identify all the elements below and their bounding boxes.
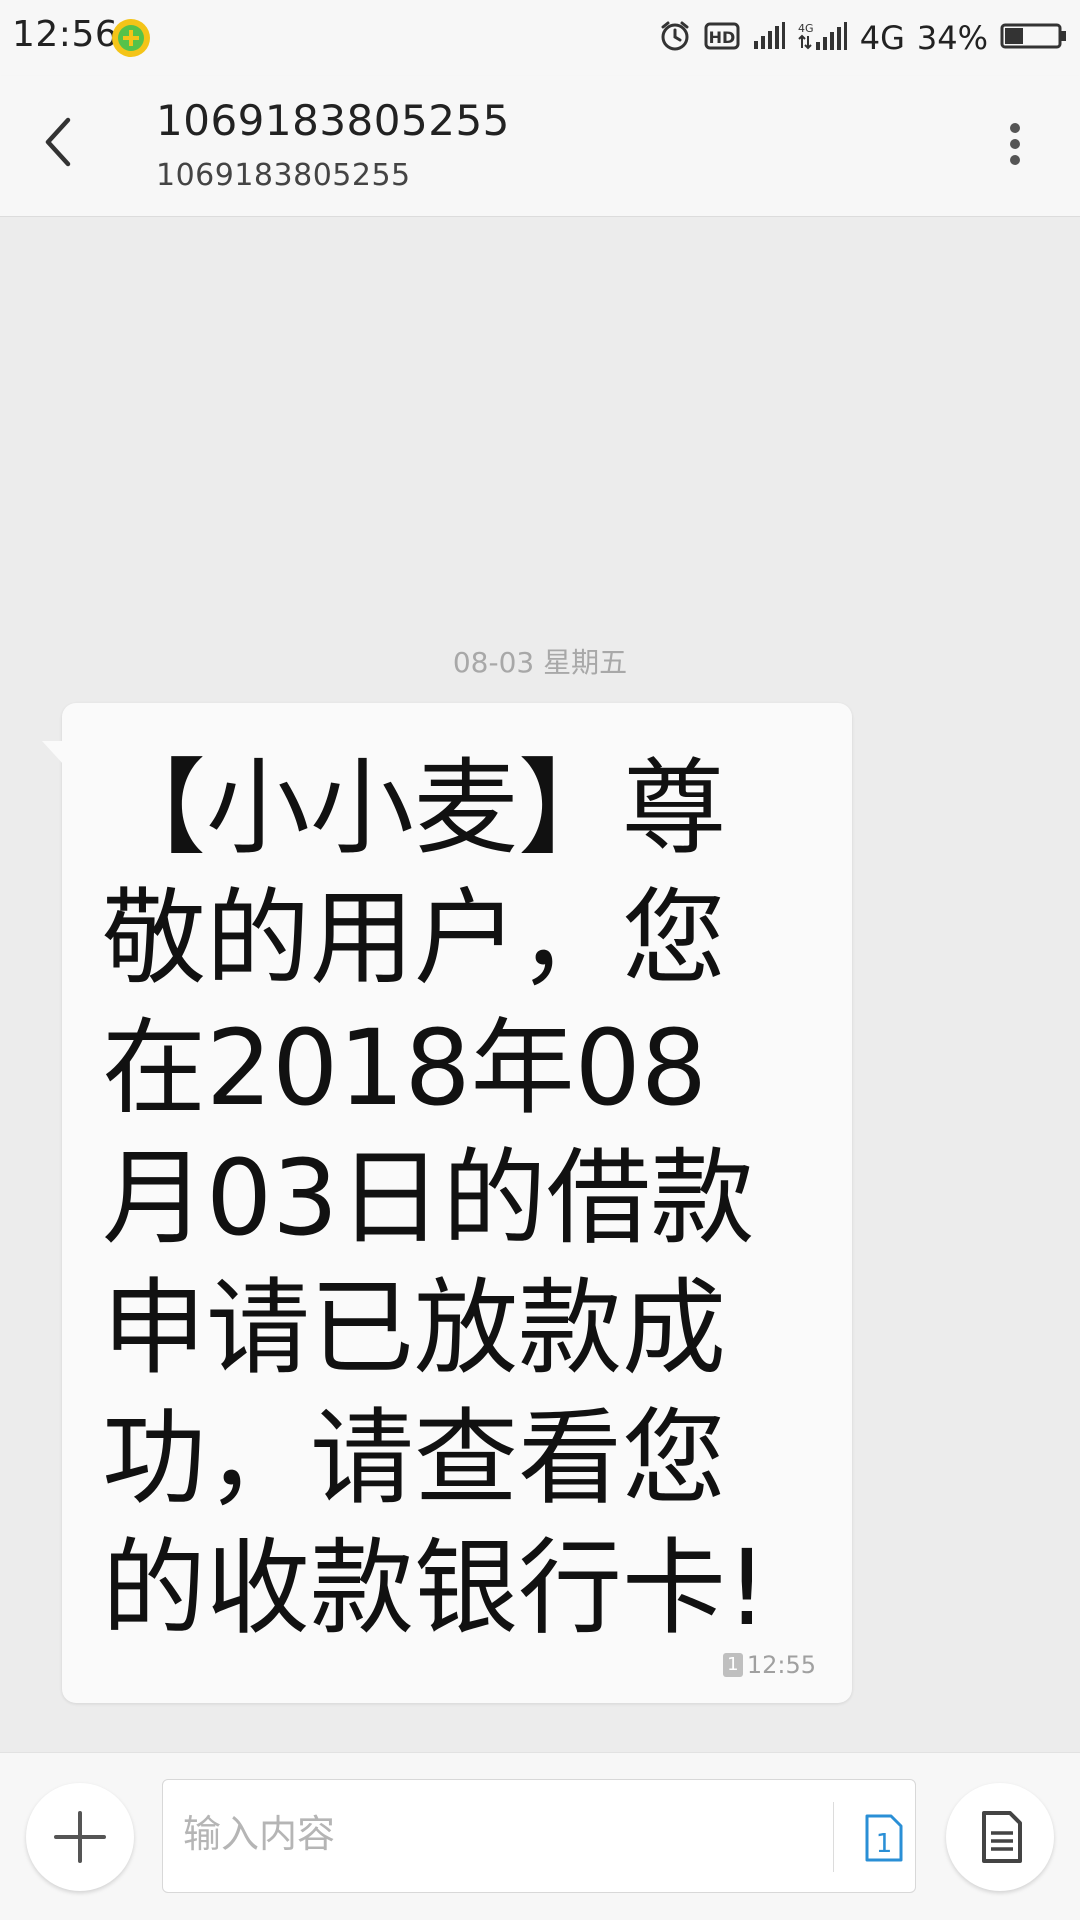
contact-title: 1069183805255 (156, 96, 510, 145)
sim-card-icon: 1 (722, 1653, 743, 1677)
message-meta: 1 12:55 (722, 1651, 816, 1679)
network-type-label: 4G (859, 19, 905, 57)
message-text: 【小小麦】尊敬的用户，您在2018年08月03日的借款申请已放款成功，请查看您的… (102, 747, 768, 1649)
status-bar: 12:56 HD 4G 4G 34% (0, 0, 1080, 76)
contact-subtitle: 1069183805255 (156, 158, 411, 193)
conversation-header: 1069183805255 1069183805255 (0, 76, 1080, 217)
status-time: 12:56 (12, 14, 119, 55)
add-attachment-button[interactable] (26, 1783, 134, 1891)
more-options-button[interactable] (980, 112, 1050, 182)
signal-4g-icon: 4G (798, 20, 848, 56)
sim-switch-button[interactable]: 1 (853, 1808, 913, 1868)
sim-card-icon: 1 (865, 1814, 903, 1862)
date-divider: 08-03 星期五 (452, 646, 628, 679)
battery-fill (1005, 28, 1023, 44)
sim-switch-label: 1 (876, 1829, 893, 1859)
battery-percent: 34% (916, 19, 988, 57)
message-list[interactable]: 08-03 星期五 【小小麦】尊敬的用户，您在2018年08月03日的借款申请已… (0, 217, 1080, 1751)
quick-template-button[interactable] (946, 1783, 1054, 1891)
app-notification-icon (112, 19, 150, 57)
alarm-icon (658, 19, 692, 57)
message-bubble[interactable]: 【小小麦】尊敬的用户，您在2018年08月03日的借款申请已放款成功，请查看您的… (42, 703, 852, 1703)
message-time: 12:55 (746, 1651, 816, 1679)
back-button[interactable] (32, 102, 112, 182)
svg-text:HD: HD (708, 28, 735, 47)
message-input[interactable] (181, 1800, 785, 1868)
message-input-box: 1 (162, 1779, 916, 1893)
document-icon (982, 1811, 1022, 1863)
svg-text:4G: 4G (798, 22, 814, 35)
message-composer: 1 (0, 1752, 1080, 1920)
sms-conversation-screen: 12:56 HD 4G 4G 34% 1069183805255 1069183… (0, 0, 1080, 1920)
input-divider (833, 1802, 834, 1872)
more-vertical-icon (1010, 123, 1020, 165)
plus-icon (54, 1811, 106, 1863)
bubble-tail (42, 741, 64, 765)
signal-icon (752, 21, 786, 55)
battery-icon (1000, 21, 1068, 55)
chevron-left-icon (45, 117, 71, 167)
status-icons: HD 4G 4G 34% (658, 16, 1068, 60)
hd-icon: HD (704, 21, 740, 55)
